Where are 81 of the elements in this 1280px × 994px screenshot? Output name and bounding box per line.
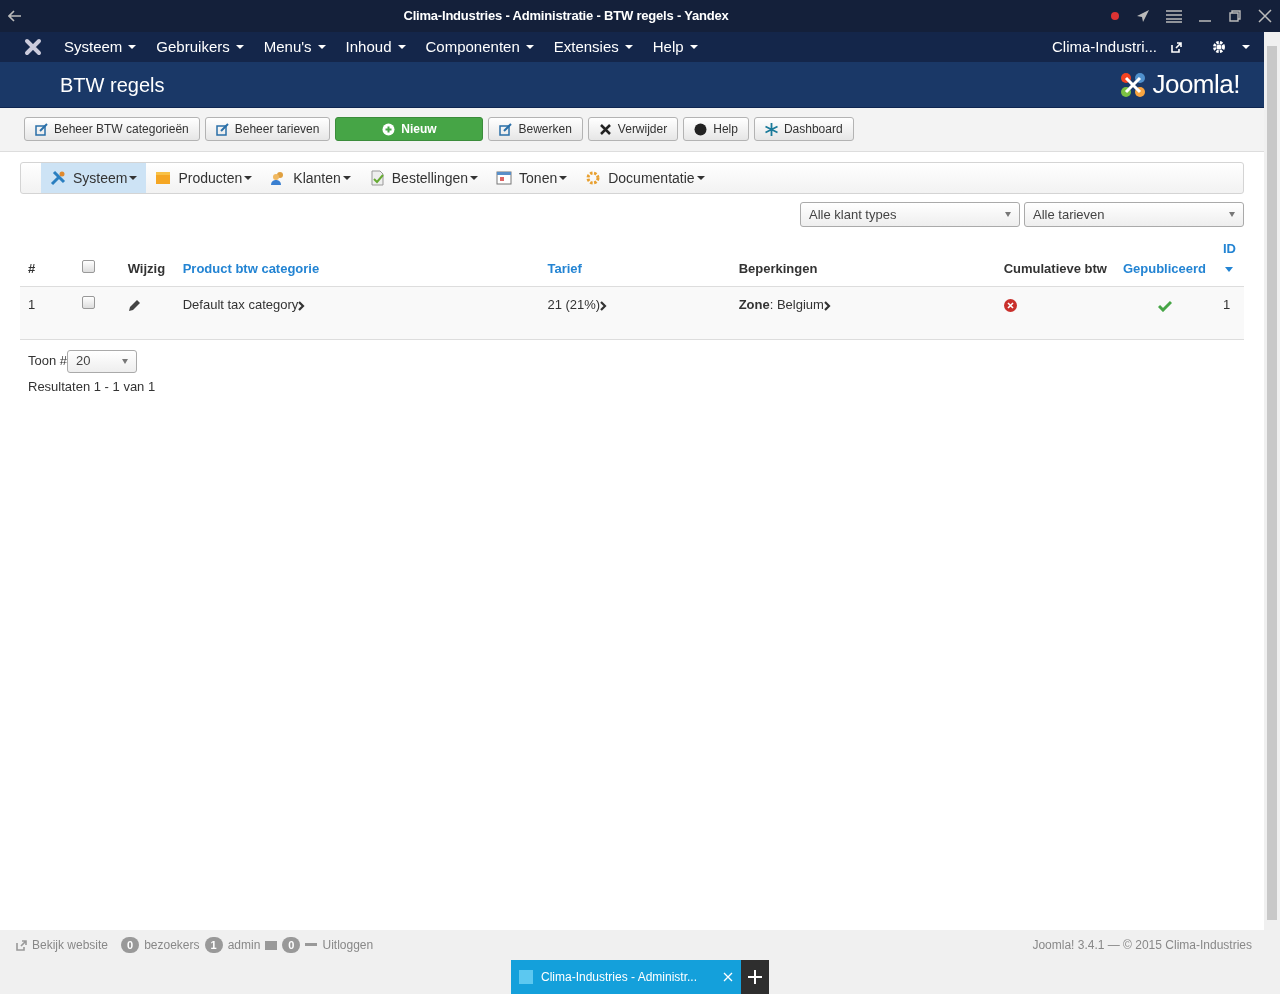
joomla-logo-icon[interactable] bbox=[24, 38, 42, 56]
back-arrow-icon[interactable] bbox=[8, 10, 22, 22]
submenu-item[interactable]: Tonen bbox=[487, 163, 577, 193]
row-number: 1 bbox=[28, 297, 36, 312]
page-icon bbox=[519, 970, 533, 984]
visitors-label: bezoekers bbox=[144, 937, 200, 954]
menu-item[interactable]: Menu's bbox=[263, 35, 326, 59]
sort-caret-icon[interactable] bbox=[1225, 266, 1234, 272]
menu-item[interactable]: Help bbox=[652, 35, 698, 59]
settings-icon[interactable] bbox=[1212, 40, 1226, 54]
restore-icon[interactable] bbox=[1228, 9, 1242, 23]
category-name: Default tax category bbox=[182, 297, 299, 312]
messages-count: 0 bbox=[282, 937, 301, 953]
submenu-item[interactable]: Systeem bbox=[41, 163, 147, 193]
check-icon[interactable] bbox=[1157, 299, 1172, 312]
menu-icon[interactable] bbox=[1166, 9, 1182, 23]
version-text: Joomla! 3.4.1 — © 2015 Clima-Industries bbox=[1032, 937, 1252, 954]
menu-item[interactable]: Componenten bbox=[425, 35, 534, 59]
menu-item[interactable]: Systeem bbox=[64, 35, 137, 59]
menu-item[interactable]: Extensies bbox=[553, 35, 633, 59]
site-link[interactable]: Clima-Industri... bbox=[1051, 35, 1157, 59]
toolbar-button[interactable]: Help bbox=[683, 117, 749, 141]
submenu-item[interactable]: Documentatie bbox=[576, 163, 714, 193]
send-icon[interactable] bbox=[1136, 9, 1150, 23]
column-header: Wijzig bbox=[127, 260, 166, 276]
column-header: Cumulatieve btw bbox=[1003, 260, 1107, 276]
column-header-link[interactable]: Product btw categorie bbox=[182, 260, 320, 276]
submenu-item[interactable]: Klanten bbox=[261, 163, 360, 193]
window-icon bbox=[496, 170, 513, 186]
folder-icon bbox=[155, 170, 172, 186]
edit-icon bbox=[499, 122, 513, 136]
gear-icon bbox=[585, 170, 602, 186]
edit-icon bbox=[35, 122, 48, 136]
plus-icon bbox=[382, 122, 396, 136]
filter-select[interactable]: Alle tarieven bbox=[1024, 202, 1244, 227]
chevron-icon[interactable] bbox=[823, 300, 831, 311]
edit-icon bbox=[215, 122, 229, 136]
restriction-text: Zone: Belgium bbox=[738, 297, 824, 312]
menu-item[interactable]: Inhoud bbox=[345, 35, 406, 59]
toolbar-button[interactable]: Beheer BTW categorieën bbox=[24, 117, 200, 141]
row-id: 1 bbox=[1222, 297, 1231, 312]
minus-icon bbox=[305, 943, 318, 947]
chevron-icon[interactable] bbox=[600, 300, 608, 311]
scrollbar[interactable] bbox=[1264, 32, 1280, 960]
tools-icon bbox=[50, 170, 66, 186]
asterisk-icon bbox=[764, 122, 778, 136]
page-title: BTW regels bbox=[60, 72, 165, 97]
close-icon[interactable] bbox=[1258, 9, 1272, 23]
filter-select[interactable]: Alle klant types bbox=[800, 202, 1020, 227]
toolbar-button[interactable]: Bewerken bbox=[488, 117, 583, 141]
admin-count: 1 bbox=[204, 937, 223, 953]
column-header-link[interactable]: Gepubliceerd bbox=[1122, 260, 1207, 276]
caret-icon[interactable] bbox=[1242, 45, 1250, 49]
toolbar-button[interactable]: Dashboard bbox=[753, 117, 854, 141]
results-text: Resultaten 1 - 1 van 1 bbox=[28, 377, 157, 396]
external-link-icon bbox=[16, 939, 27, 951]
mail-icon bbox=[265, 940, 278, 950]
visitors-count: 0 bbox=[121, 937, 140, 953]
new-tab-icon[interactable] bbox=[741, 960, 769, 994]
document-icon bbox=[368, 170, 385, 186]
checkbox[interactable] bbox=[81, 296, 95, 309]
toolbar-button[interactable]: Beheer tarieven bbox=[204, 117, 331, 141]
checkbox[interactable] bbox=[81, 259, 95, 273]
logo-text: Joomla! bbox=[1152, 68, 1240, 101]
limit-select[interactable]: 20 bbox=[67, 349, 138, 373]
column-header-link[interactable]: Tarief bbox=[547, 260, 582, 276]
menu-item[interactable]: Gebruikers bbox=[156, 35, 244, 59]
column-header: # bbox=[28, 260, 36, 276]
chevron-icon[interactable] bbox=[298, 300, 306, 311]
submenu-item[interactable]: Producten bbox=[146, 163, 262, 193]
column-header: Beperkingen bbox=[738, 260, 818, 276]
close-icon bbox=[598, 122, 612, 136]
submenu-item[interactable]: Bestellingen bbox=[359, 163, 488, 193]
column-header-link[interactable]: ID bbox=[1222, 241, 1236, 256]
limit-label: Toon # bbox=[28, 352, 68, 371]
toolbar-button[interactable]: Verwijder bbox=[587, 117, 679, 141]
window-title: Clima-Industries - Administratie - BTW regels - Yandex bbox=[402, 7, 730, 26]
tax-rate: 21 (21%) bbox=[547, 297, 601, 312]
external-link-icon bbox=[1171, 41, 1182, 53]
admin-label: admin bbox=[227, 937, 261, 954]
pencil-icon[interactable] bbox=[127, 299, 141, 313]
